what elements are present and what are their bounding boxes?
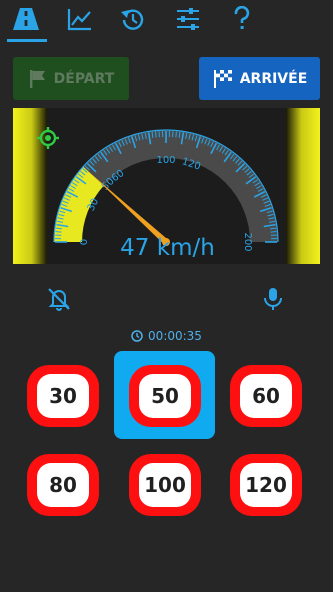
timer-text: 00:00:35 xyxy=(148,329,202,343)
speed-limit-120-button[interactable]: 120 xyxy=(230,454,302,516)
bell-off-icon[interactable] xyxy=(46,286,72,312)
checkered-flag-icon xyxy=(213,69,232,88)
gauge-tick xyxy=(175,131,177,138)
right-speed-bar xyxy=(286,108,320,264)
flag-icon xyxy=(29,69,45,88)
tab-history[interactable] xyxy=(115,4,151,34)
settings-sliders-icon xyxy=(177,8,199,30)
tab-road[interactable] xyxy=(8,4,44,34)
speed-limit-value: 80 xyxy=(49,473,77,497)
clock-icon xyxy=(131,330,143,342)
arrivee-label: ARRIVÉE xyxy=(239,70,308,87)
arrivee-button[interactable]: ARRIVÉE xyxy=(199,57,320,100)
active-tab-indicator xyxy=(7,39,47,42)
tab-settings[interactable] xyxy=(170,4,206,34)
gps-target-icon[interactable] xyxy=(36,126,60,150)
microphone-icon[interactable] xyxy=(262,286,284,312)
road-icon xyxy=(13,8,39,30)
elapsed-timer: 00:00:35 xyxy=(100,327,233,345)
tab-statistics[interactable] xyxy=(62,4,98,34)
gauge-tick xyxy=(270,231,277,233)
speed-limit-value: 50 xyxy=(151,384,179,408)
gauge-tick xyxy=(55,231,62,233)
speed-limit-30-button[interactable]: 30 xyxy=(27,365,99,427)
current-speed-readout: 47 km/h xyxy=(120,235,215,261)
gauge-tick xyxy=(155,131,157,138)
depart-label: DÉPART xyxy=(53,70,115,87)
depart-button[interactable]: DÉPART xyxy=(13,57,129,100)
chart-icon xyxy=(67,9,91,31)
tab-bar xyxy=(0,0,333,42)
speed-limit-value: 120 xyxy=(245,473,287,497)
speed-limit-60-button[interactable]: 60 xyxy=(230,365,302,427)
tab-help[interactable] xyxy=(224,4,260,34)
gauge-tick-label: 100 xyxy=(156,155,175,166)
speed-limit-80-button[interactable]: 80 xyxy=(27,454,99,516)
speed-limit-100-button[interactable]: 100 xyxy=(129,454,201,516)
gauge-tick-label: 0 xyxy=(79,239,90,245)
speed-limit-value: 30 xyxy=(49,384,77,408)
speed-limit-50-button[interactable]: 50 xyxy=(129,365,201,427)
history-icon xyxy=(121,9,144,30)
speed-limit-value: 60 xyxy=(252,384,280,408)
speed-limit-value: 100 xyxy=(144,473,186,497)
help-icon xyxy=(234,6,250,29)
